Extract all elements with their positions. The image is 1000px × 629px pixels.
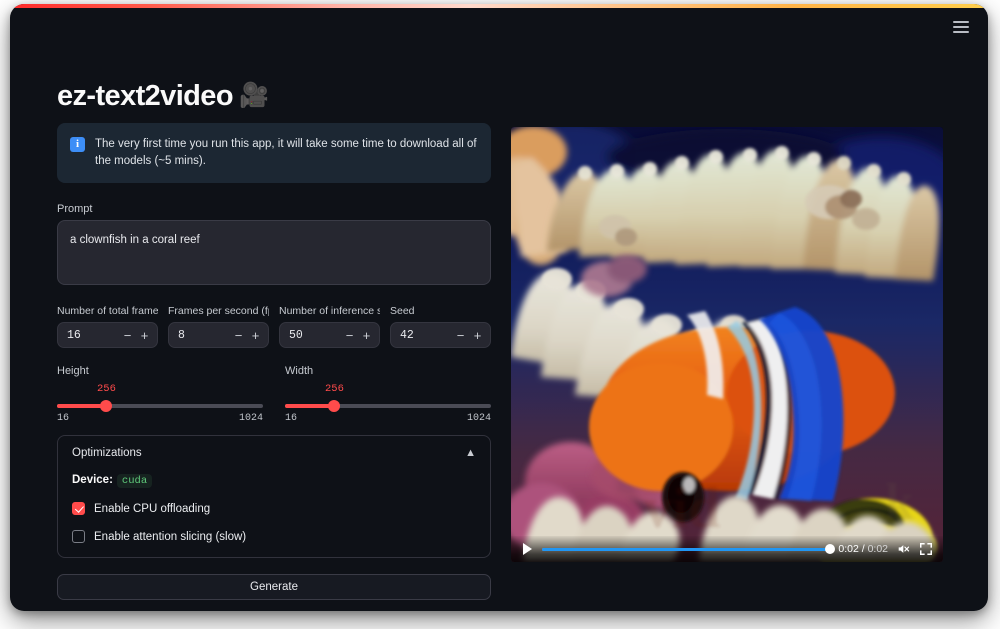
movie-camera-icon: 🎥 — [238, 82, 269, 109]
number-value[interactable]: 42 — [400, 329, 452, 342]
decrement-button[interactable]: − — [119, 325, 136, 345]
time-separator: / — [858, 543, 868, 555]
number-value[interactable]: 8 — [178, 329, 230, 342]
increment-button[interactable]: + — [469, 325, 486, 345]
app-window: ez-text2video 🎥 i The very first time you… — [10, 4, 988, 611]
increment-button[interactable]: + — [136, 325, 153, 345]
increment-button[interactable]: + — [358, 325, 375, 345]
progress-fill — [542, 547, 831, 551]
device-label: Device: — [72, 474, 113, 487]
number-value[interactable]: 16 — [67, 329, 119, 342]
sliders-row: Height 256 16 1024 Width 256 16 1024 — [57, 365, 491, 424]
slider-range: 16 1024 — [285, 413, 491, 424]
optimizations-panel: Optimizations ▲ Device: cuda Enable CPU o… — [57, 435, 491, 559]
prompt-label: Prompt — [57, 203, 93, 216]
hamburger-menu-icon[interactable] — [946, 14, 976, 40]
slider-field-width: Width 256 16 1024 — [285, 365, 491, 424]
slider-fill — [57, 404, 107, 409]
slider-thumb[interactable] — [100, 400, 113, 413]
checkbox-label: Enable attention slicing (slow) — [94, 530, 247, 543]
number-field-total-frames: Number of total frames 16 − + — [57, 305, 158, 349]
prompt-input[interactable] — [57, 220, 491, 286]
fullscreen-icon[interactable] — [919, 542, 934, 556]
video-frame: vid k — [511, 127, 943, 562]
info-banner-text: The very first time you run this app, it… — [95, 138, 477, 167]
number-stepper-total-frames[interactable]: 16 − + — [57, 322, 158, 349]
video-time-display: 0:02 / 0:02 — [838, 543, 888, 555]
number-stepper-seed[interactable]: 42 − + — [390, 322, 491, 349]
slider-width[interactable]: 256 16 1024 — [285, 383, 491, 424]
number-field-label: Frames per second (fps) — [168, 305, 269, 318]
slider-max: 1024 — [466, 413, 491, 425]
page-title-text: ez-text2video — [57, 80, 234, 112]
slider-track[interactable] — [57, 404, 263, 409]
checkbox-row-cpu-offloading[interactable]: Enable CPU offloading — [72, 502, 476, 516]
slider-range: 16 1024 — [57, 413, 263, 424]
slider-label: Width — [285, 365, 314, 378]
video-controls-bar: 0:02 / 0:02 — [511, 536, 943, 562]
page-content: ez-text2video 🎥 i The very first time you… — [10, 4, 988, 611]
chevron-up-icon[interactable]: ▲ — [465, 447, 476, 459]
total-time: 0:02 — [867, 543, 888, 555]
slider-track[interactable] — [285, 404, 491, 409]
speaker-muted-icon[interactable] — [896, 542, 911, 556]
number-field-label: Number of inference steps — [279, 305, 380, 318]
device-value: cuda — [116, 474, 153, 489]
checkbox-attention-slicing[interactable] — [72, 530, 85, 544]
increment-button[interactable]: + — [247, 325, 264, 345]
number-stepper-inference-steps[interactable]: 50 − + — [279, 322, 380, 349]
video-player[interactable]: vid k 0:02 / 0:02 — [511, 127, 943, 562]
play-icon[interactable] — [520, 542, 534, 556]
number-value[interactable]: 50 — [289, 329, 341, 342]
checkbox-row-attention-slicing[interactable]: Enable attention slicing (slow) — [72, 530, 476, 544]
current-time: 0:02 — [838, 543, 859, 555]
progress-track[interactable] — [542, 544, 836, 554]
video-progress-bar[interactable] — [542, 542, 836, 556]
slider-fill — [285, 404, 335, 409]
slider-value: 256 — [96, 383, 116, 396]
checkbox-cpu-offloading[interactable] — [72, 502, 85, 516]
info-banner: i The very first time you run this app, … — [57, 123, 491, 184]
number-inputs-row: Number of total frames 16 − + Frames per… — [57, 305, 491, 349]
slider-height[interactable]: 256 16 1024 — [57, 383, 263, 424]
prompt-block: Prompt — [57, 203, 491, 290]
decrement-button[interactable]: − — [341, 325, 358, 345]
decrement-button[interactable]: − — [230, 325, 247, 345]
hamburger-line — [953, 26, 969, 28]
progress-thumb[interactable] — [825, 544, 836, 554]
generate-button[interactable]: Generate — [57, 574, 491, 601]
slider-min: 16 — [57, 413, 70, 425]
controls-column: i The very first time you run this app, … — [57, 123, 491, 601]
number-field-fps: Frames per second (fps) 8 − + — [168, 305, 269, 349]
optimizations-expander-header[interactable]: Optimizations ▲ — [72, 447, 476, 459]
slider-max: 1024 — [238, 413, 263, 425]
slider-value: 256 — [324, 383, 344, 396]
device-row: Device: cuda — [72, 474, 476, 489]
slider-thumb[interactable] — [328, 400, 341, 413]
slider-field-height: Height 256 16 1024 — [57, 365, 263, 424]
info-icon: i — [70, 137, 85, 152]
number-field-label: Number of total frames — [57, 305, 158, 318]
number-stepper-fps[interactable]: 8 − + — [168, 322, 269, 349]
checkbox-label: Enable CPU offloading — [94, 502, 211, 515]
page-title: ez-text2video 🎥 — [57, 80, 269, 113]
hamburger-line — [953, 21, 969, 23]
decrement-button[interactable]: − — [452, 325, 469, 345]
slider-label: Height — [57, 365, 89, 378]
slider-min: 16 — [285, 413, 298, 425]
hamburger-line — [953, 31, 969, 33]
optimizations-title: Optimizations — [72, 447, 142, 460]
number-field-label: Seed — [390, 305, 415, 318]
number-field-seed: Seed 42 − + — [390, 305, 491, 349]
number-field-inference-steps: Number of inference steps 50 − + — [279, 305, 380, 349]
accent-bar — [10, 4, 988, 8]
